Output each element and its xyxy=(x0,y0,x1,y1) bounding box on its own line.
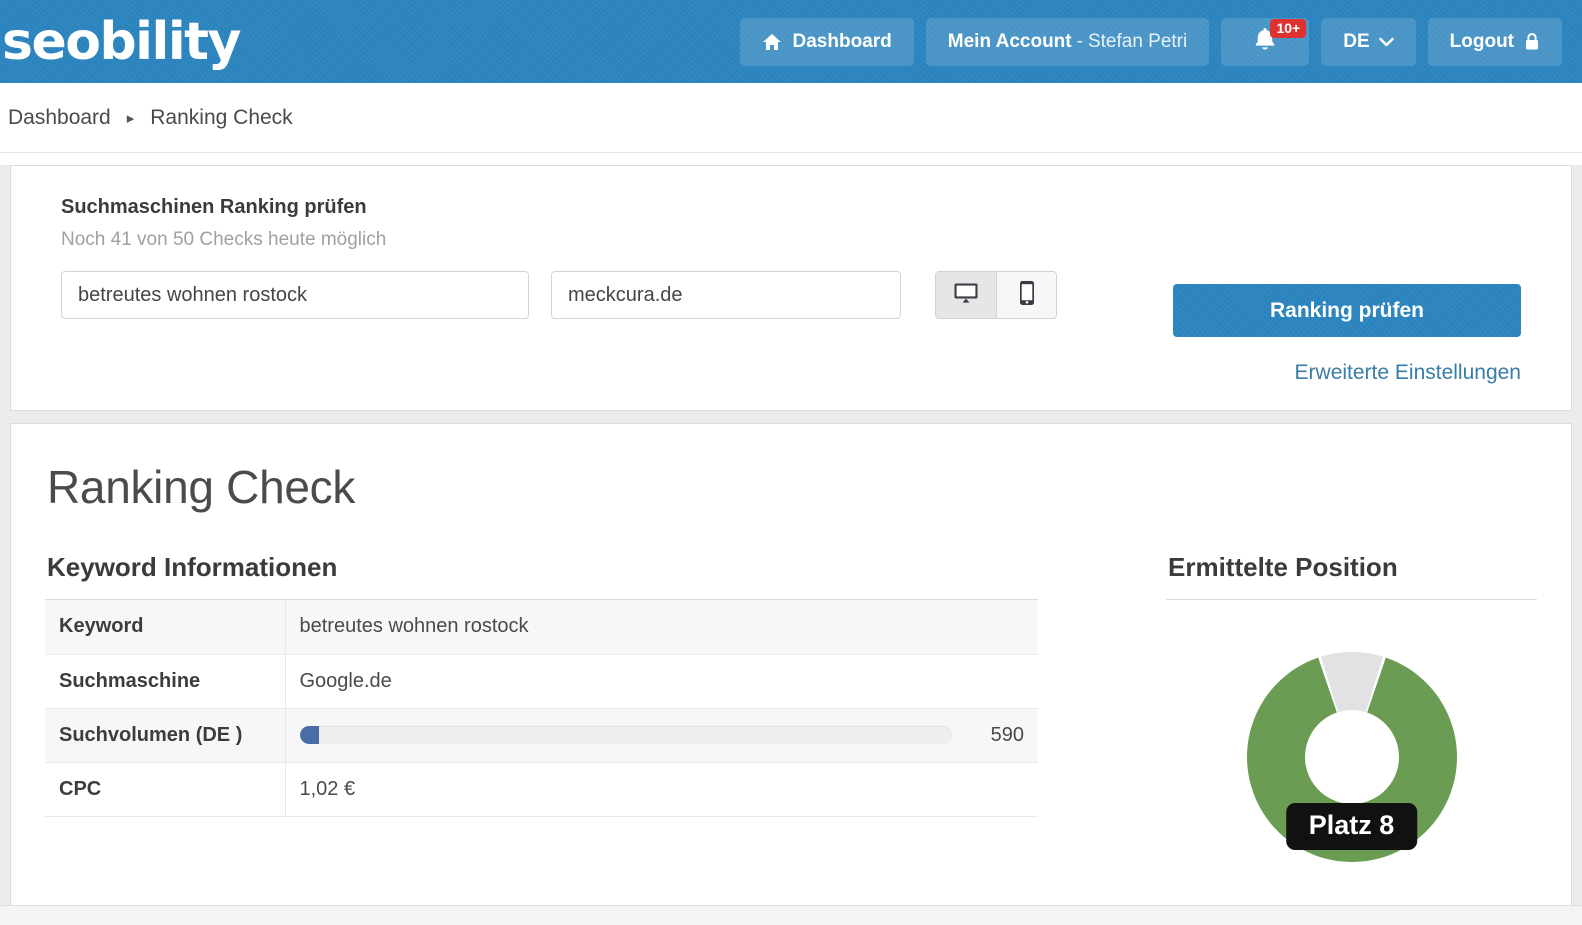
breadcrumb-separator-icon: ▸ xyxy=(126,109,135,127)
advanced-settings-link[interactable]: Erweiterte Einstellungen xyxy=(1295,361,1521,385)
search-volume-value: 590 xyxy=(990,723,1024,746)
quota-text: Noch 41 von 50 Checks heute möglich xyxy=(61,229,387,250)
device-toggle-group xyxy=(935,271,1057,319)
position-section-title: Ermittelte Position xyxy=(1168,552,1398,582)
page-body: Suchmaschinen Ranking prüfen Noch 41 von… xyxy=(0,165,1582,925)
row-label: Suchmaschine xyxy=(45,654,286,708)
device-toggle-desktop[interactable] xyxy=(936,272,996,318)
breadcrumb: Dashboard ▸ Ranking Check xyxy=(0,83,1582,153)
account-button[interactable]: Mein Account - Stefan Petri xyxy=(925,17,1210,66)
results-panel: Ranking Check Keyword Informationen Keyw… xyxy=(10,423,1572,923)
row-label: CPC xyxy=(45,762,286,816)
row-value-progress: 590 xyxy=(285,708,1038,762)
section-divider xyxy=(1166,599,1537,600)
table-row: Suchvolumen (DE ) 590 xyxy=(45,708,1038,762)
account-separator: - xyxy=(1076,30,1083,52)
notifications-button[interactable]: 10+ xyxy=(1221,17,1310,66)
keyword-information-table: Keyword betreutes wohnen rostock Suchmas… xyxy=(45,600,1038,817)
mobile-phone-icon xyxy=(1019,280,1035,311)
chevron-down-icon xyxy=(1378,34,1394,50)
table-row: Keyword betreutes wohnen rostock xyxy=(45,600,1038,654)
search-volume-progress-fill xyxy=(299,726,320,744)
top-navigation: Dashboard Mein Account - Stefan Petri 10… xyxy=(739,17,1570,66)
row-label: Keyword xyxy=(45,600,286,654)
breadcrumb-item-dashboard[interactable]: Dashboard xyxy=(8,106,111,130)
lock-icon xyxy=(1524,32,1540,52)
page-title: Ranking Check xyxy=(47,461,356,513)
row-value: betreutes wohnen rostock xyxy=(299,615,529,638)
ranking-check-form-panel: Suchmaschinen Ranking prüfen Noch 41 von… xyxy=(10,165,1572,411)
position-section: Ermittelte Position Platz 8 xyxy=(1166,552,1537,885)
notification-count-badge: 10+ xyxy=(1270,18,1307,38)
form-title: Suchmaschinen Ranking prüfen xyxy=(61,196,367,218)
search-volume-progress-bar xyxy=(299,726,952,744)
breadcrumb-item-ranking-check: Ranking Check xyxy=(150,105,293,129)
desktop-monitor-icon xyxy=(953,281,979,310)
dashboard-button[interactable]: Dashboard xyxy=(739,17,914,66)
keyword-information-section: Keyword Informationen Keyword betreutes … xyxy=(45,552,1038,885)
position-badge: Platz 8 xyxy=(1285,803,1418,850)
logout-button[interactable]: Logout xyxy=(1427,17,1562,66)
row-value: Google.de xyxy=(299,669,392,692)
keyword-input[interactable] xyxy=(61,271,529,319)
dashboard-button-label: Dashboard xyxy=(792,30,892,52)
footer-strip xyxy=(0,905,1582,925)
keyword-information-title: Keyword Informationen xyxy=(47,552,338,582)
account-user-name: Stefan Petri xyxy=(1087,30,1188,52)
logout-button-label: Logout xyxy=(1449,30,1514,52)
position-donut-chart: Platz 8 xyxy=(1207,635,1497,885)
seobility-logo[interactable]: seobility xyxy=(2,16,241,68)
language-selector-label: DE xyxy=(1343,30,1370,52)
home-icon xyxy=(762,32,782,52)
language-selector[interactable]: DE xyxy=(1321,17,1416,66)
table-row: CPC 1,02 € xyxy=(45,762,1038,816)
account-button-label: Mein Account xyxy=(947,30,1072,52)
top-header-bar: seobility Dashboard Mein Account - Stefa… xyxy=(0,0,1582,83)
device-toggle-mobile[interactable] xyxy=(996,272,1056,318)
table-row: Suchmaschine Google.de xyxy=(45,654,1038,708)
domain-input[interactable] xyxy=(551,271,901,319)
results-columns: Keyword Informationen Keyword betreutes … xyxy=(45,552,1537,885)
row-label: Suchvolumen (DE ) xyxy=(45,708,286,762)
check-ranking-button[interactable]: Ranking prüfen xyxy=(1173,284,1521,337)
form-actions: Ranking prüfen Erweiterte Einstellungen xyxy=(1173,284,1521,385)
row-value: 1,02 € xyxy=(299,777,356,800)
